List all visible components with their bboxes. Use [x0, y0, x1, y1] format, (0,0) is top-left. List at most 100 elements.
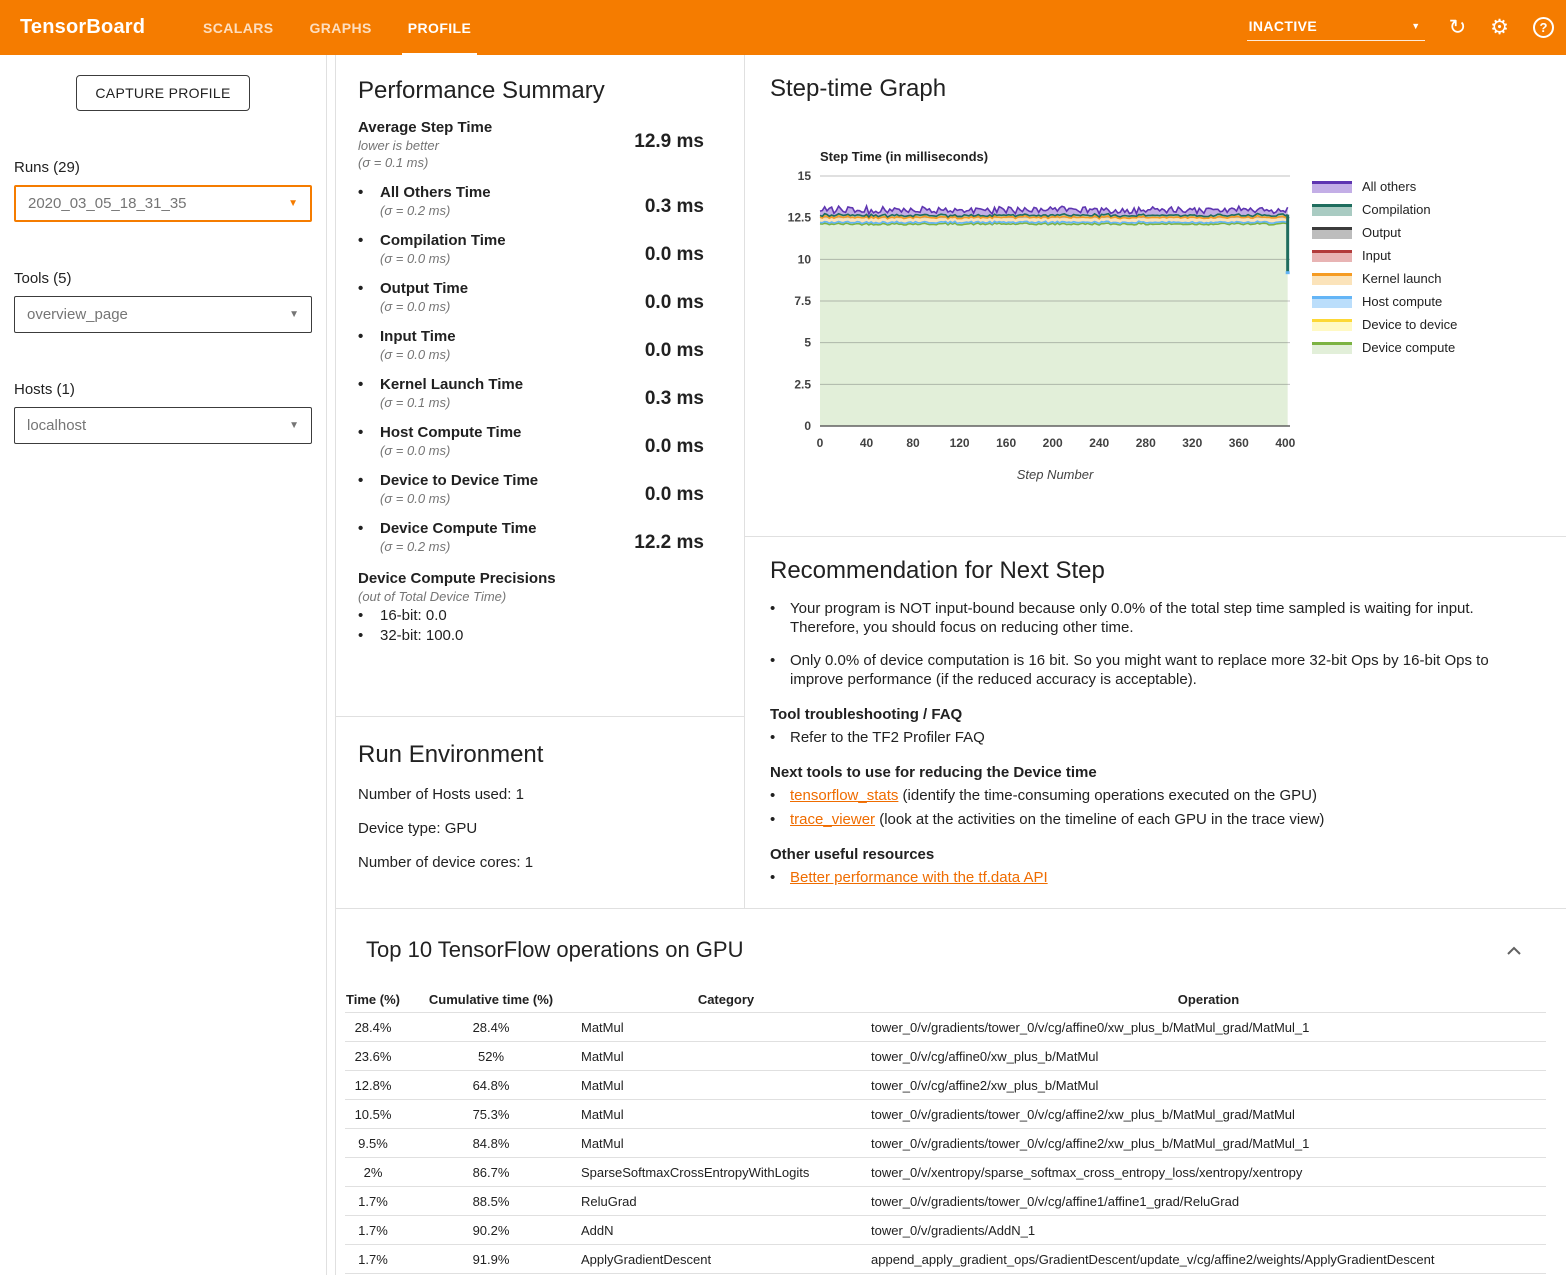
time-cell: 28.4%	[345, 1020, 401, 1035]
chevron-down-icon: ▼	[289, 309, 299, 320]
metric-note: lower is better	[358, 138, 492, 153]
column-header: Operation	[871, 992, 1546, 1007]
runs-dropdown[interactable]: 2020_03_05_18_31_35▼	[14, 185, 312, 222]
metric-value: 0.3 ms	[645, 376, 704, 410]
metric-name: Device Compute Time	[380, 520, 536, 537]
svg-text:Step Number: Step Number	[1017, 467, 1094, 482]
metric-row: •Compilation Time(σ = 0.0 ms)0.0 ms	[358, 232, 704, 266]
chevron-down-icon: ▼	[1411, 21, 1420, 31]
bullet-icon: •	[770, 868, 790, 887]
run-environment-panel: Run Environment Number of Hosts used: 1D…	[336, 717, 744, 908]
cumulative-cell: 90.2%	[401, 1223, 581, 1238]
environment-item: Number of Hosts used: 1	[358, 786, 722, 803]
step-time-graph-panel: Step-time Graph Step Time (in millisecon…	[745, 55, 1566, 537]
time-cell: 1.7%	[345, 1252, 401, 1267]
precisions-title: Device Compute Precisions	[358, 570, 704, 587]
bullet-icon: •	[770, 728, 790, 747]
svg-text:0: 0	[817, 436, 824, 450]
status-dropdown[interactable]: INACTIVE ▼	[1247, 14, 1425, 41]
runs-dropdown-value: 2020_03_05_18_31_35	[28, 195, 187, 212]
legend-swatch	[1312, 273, 1352, 285]
legend-swatch	[1312, 342, 1352, 354]
metric-value: 0.0 ms	[645, 424, 704, 458]
metric-list: •All Others Time(σ = 0.2 ms)0.3 ms•Compi…	[358, 184, 704, 554]
step-time-graph-title: Step-time Graph	[770, 75, 1566, 103]
svg-text:160: 160	[996, 436, 1016, 450]
reload-icon[interactable]: ↻	[1449, 17, 1467, 38]
selector-group-hosts: Hosts (1)localhost▼	[14, 381, 312, 444]
hosts-dropdown[interactable]: localhost▼	[14, 407, 312, 444]
recommendation-panel: Recommendation for Next Step •Your progr…	[745, 537, 1566, 908]
category-cell: MatMul	[581, 1136, 871, 1151]
operation-cell: tower_0/v/gradients/tower_0/v/cg/affine1…	[871, 1194, 1546, 1209]
legend-item: Output	[1312, 225, 1457, 240]
help-icon[interactable]: ?	[1533, 17, 1554, 38]
header-actions: INACTIVE ▼ ↻ ⚙ ?	[1247, 0, 1554, 55]
svg-text:5: 5	[804, 336, 811, 350]
category-cell: ReluGrad	[581, 1194, 871, 1209]
legend-item: All others	[1312, 179, 1457, 194]
operation-cell: tower_0/v/gradients/AddN_1	[871, 1223, 1546, 1238]
metric-value: 0.0 ms	[645, 232, 704, 266]
content: Performance Summary Average Step Time lo…	[335, 55, 1566, 1275]
time-cell: 1.7%	[345, 1223, 401, 1238]
legend-swatch	[1312, 204, 1352, 216]
metric-value: 0.0 ms	[645, 472, 704, 506]
legend-label: Kernel launch	[1362, 271, 1442, 286]
collapse-panel-button[interactable]	[1500, 937, 1528, 964]
tab-profile[interactable]: PROFILE	[390, 0, 489, 55]
link-better-performance-with-the-tf-data-api[interactable]: Better performance with the tf.data API	[790, 869, 1048, 886]
selector-label-tools: Tools (5)	[14, 270, 312, 287]
table-row: 12.8%64.8%MatMultower_0/v/cg/affine2/xw_…	[345, 1071, 1546, 1100]
category-cell: MatMul	[581, 1020, 871, 1035]
run-environment-list: Number of Hosts used: 1Device type: GPUN…	[358, 786, 722, 871]
recommendation-group-title: Tool troubleshooting / FAQ	[770, 706, 1530, 723]
metric-sigma: (σ = 0.0 ms)	[380, 299, 468, 314]
selector-group-tools: Tools (5) overview_page▼	[14, 270, 312, 333]
device-compute-precisions: Device Compute Precisions (out of Total …	[358, 570, 704, 644]
chart-legend: All othersCompilationOutputInputKernel l…	[1312, 179, 1457, 489]
link-trace-viewer[interactable]: trace_viewer	[790, 811, 875, 828]
metric-row: •Host Compute Time(σ = 0.0 ms)0.0 ms	[358, 424, 704, 458]
table-row: 1.7%91.9%ApplyGradientDescentappend_appl…	[345, 1245, 1546, 1274]
bullet-icon: •	[770, 786, 790, 805]
recommendation-group-title: Next tools to use for reducing the Devic…	[770, 764, 1530, 781]
legend-label: All others	[1362, 179, 1416, 194]
metric-sigma: (σ = 0.2 ms)	[380, 539, 536, 554]
legend-item: Device to device	[1312, 317, 1457, 332]
svg-text:2.5: 2.5	[794, 377, 811, 391]
link-tensorflow-stats[interactable]: tensorflow_stats	[790, 787, 898, 804]
legend-label: Host compute	[1362, 294, 1442, 309]
bullet-icon: •	[358, 376, 380, 410]
tab-graphs[interactable]: GRAPHS	[291, 0, 389, 55]
step-time-chart: 02.557.51012.515040801201602002402803203…	[770, 164, 1310, 484]
recommendation-item: •Refer to the TF2 Profiler FAQ	[770, 728, 1530, 747]
tab-scalars[interactable]: SCALARS	[185, 0, 291, 55]
metric-row: •Device to Device Time(σ = 0.0 ms)0.0 ms	[358, 472, 704, 506]
column-header: Time (%)	[345, 992, 401, 1007]
recommendation-bullets: •Your program is NOT input-bound because…	[770, 599, 1530, 689]
recommendation-group: Tool troubleshooting / FAQ •Refer to the …	[770, 706, 1530, 747]
category-cell: MatMul	[581, 1078, 871, 1093]
time-cell: 2%	[345, 1165, 401, 1180]
time-cell: 10.5%	[345, 1107, 401, 1122]
recommendation-text: Only 0.0% of device computation is 16 bi…	[790, 651, 1530, 689]
sidebar-selectors: Runs (29)2020_03_05_18_31_35▼Tools (5)ov…	[14, 159, 312, 444]
metric-value: 0.0 ms	[645, 280, 704, 314]
sidebar: CAPTURE PROFILE Runs (29)2020_03_05_18_3…	[0, 55, 327, 1275]
time-cell: 23.6%	[345, 1049, 401, 1064]
metric-sigma: (σ = 0.0 ms)	[380, 347, 456, 362]
svg-text:80: 80	[906, 436, 920, 450]
table-row: 10.5%75.3%MatMultower_0/v/gradients/towe…	[345, 1100, 1546, 1129]
app-header: TensorBoard SCALARSGRAPHSPROFILE INACTIV…	[0, 0, 1566, 55]
tools-dropdown[interactable]: overview_page▼	[14, 296, 312, 333]
legend-label: Compilation	[1362, 202, 1431, 217]
metric-row: •All Others Time(σ = 0.2 ms)0.3 ms	[358, 184, 704, 218]
capture-profile-button[interactable]: CAPTURE PROFILE	[76, 75, 249, 111]
svg-text:360: 360	[1229, 436, 1249, 450]
table-row: 9.5%84.8%MatMultower_0/v/gradients/tower…	[345, 1129, 1546, 1158]
metric-name: Compilation Time	[380, 232, 506, 249]
gear-icon[interactable]: ⚙	[1490, 17, 1509, 38]
legend-swatch	[1312, 296, 1352, 308]
metric-name: Input Time	[380, 328, 456, 345]
